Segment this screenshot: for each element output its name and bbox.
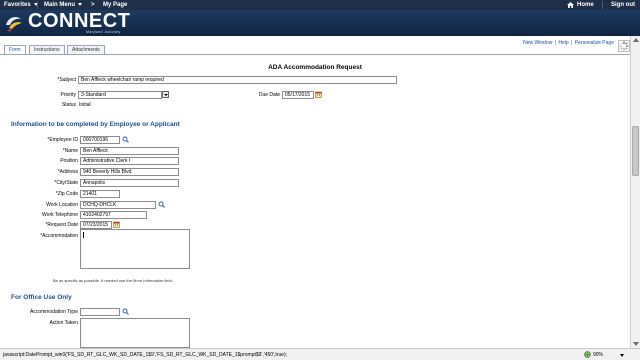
accommodation-note: Be as specific as possible. If needed us… (53, 278, 173, 283)
accommodation-type-field[interactable] (80, 308, 120, 316)
scroll-thumb[interactable] (632, 126, 639, 176)
personalize-page-link[interactable]: Personalize Page (575, 40, 614, 46)
accommodation-type-label: Accommodation Type (30, 309, 78, 315)
city-state-label: *City/State (54, 180, 78, 186)
vertical-scrollbar[interactable] (630, 36, 640, 348)
sign-out-link[interactable]: Sign out (611, 2, 635, 8)
priority-label: Priority (60, 92, 76, 98)
tab-underline (0, 54, 630, 55)
zip-code-label: *Zip Code (55, 191, 78, 197)
zip-code-field[interactable]: 21401 (80, 190, 120, 198)
status-url-text: javascript:DatePrompt_win0('FS_SD_RT_GLC… (3, 352, 288, 358)
maryland-judiciary-logo-icon (6, 17, 22, 32)
action-taken-textarea[interactable] (80, 318, 190, 348)
tab-form[interactable]: Form (4, 45, 26, 54)
logo-subtitle: Maryland Judiciary (86, 30, 121, 34)
globe-icon (584, 351, 591, 358)
scroll-up-arrow-icon[interactable] (633, 38, 639, 42)
name-field[interactable]: Ben Affleck (80, 147, 179, 155)
main-menu-label: Main Menu (44, 2, 75, 8)
position-field[interactable]: Administrative Clerk I (80, 157, 179, 165)
employee-id-label: *Employee ID (47, 137, 78, 143)
request-date-label: *Request Date (45, 222, 78, 228)
status-label: Status (61, 102, 76, 108)
priority-select[interactable]: 3-Standard (78, 91, 162, 99)
chevron-down-icon[interactable] (162, 91, 169, 98)
new-window-link[interactable]: New Window (523, 40, 552, 46)
accommodation-label: *Accommodation (40, 233, 78, 239)
tab-instructions[interactable]: Instructions (29, 45, 65, 54)
address-label: *Address (57, 169, 78, 175)
calendar-icon[interactable] (315, 91, 322, 98)
office-section-title: For Office Use Only (11, 294, 72, 301)
subject-label: *Subject (57, 77, 76, 83)
favorites-label: Favorites (4, 2, 31, 8)
nav-divider (37, 1, 38, 9)
home-link[interactable]: Home (577, 2, 594, 8)
loading-spinner-icon (618, 40, 630, 52)
breadcrumb-separator: > (91, 2, 95, 8)
work-telephone-label: Work Telephone (42, 212, 78, 218)
home-icon[interactable] (567, 2, 574, 8)
help-link[interactable]: Help (558, 40, 568, 46)
scroll-down-arrow-icon[interactable] (633, 342, 639, 346)
work-telephone-field[interactable]: 4102402797 (80, 211, 147, 219)
name-label: *Name (62, 148, 78, 154)
page-links: New Window | Help | Personalize Page (523, 40, 614, 46)
due-date-label: Due Date (258, 92, 280, 98)
link-separator: | (571, 40, 573, 46)
search-icon[interactable] (122, 308, 129, 315)
work-location-field[interactable]: DCHQ-DHCLK (80, 201, 156, 209)
tab-attachments[interactable]: Attachments (67, 45, 105, 54)
city-state-field[interactable]: Annapolis (80, 179, 179, 187)
chevron-down-icon[interactable] (620, 354, 624, 357)
link-separator: | (554, 40, 557, 46)
chevron-down-icon (78, 2, 82, 6)
position-label: Position (60, 158, 78, 164)
my-page-link[interactable]: My Page (103, 2, 127, 8)
search-icon[interactable] (158, 201, 165, 208)
work-location-label: Work Location (46, 202, 78, 208)
text-cursor (83, 232, 84, 238)
search-icon[interactable] (122, 136, 129, 143)
subject-field[interactable]: Ben Affleck wheelchair ramp required (78, 76, 397, 84)
page-title: ADA Accommodation Request (268, 64, 362, 71)
main-menu[interactable]: Main Menu (44, 2, 82, 8)
browser-status-bar: javascript:DatePrompt_win0('FS_SD_RT_GLC… (0, 348, 640, 360)
due-date-field[interactable]: 05/17/2015 (282, 91, 314, 99)
banner: CONNECT Maryland Judiciary (0, 10, 640, 36)
calendar-icon[interactable] (113, 221, 120, 228)
address-field[interactable]: 940 Beverly Hills Blvd. (80, 168, 179, 176)
zoom-level[interactable]: 90% (593, 352, 603, 358)
employee-section-title: Information to be completed by Employee … (11, 121, 180, 128)
nav-divider (602, 1, 603, 9)
favorites-menu[interactable]: Favorites (4, 2, 38, 8)
request-date-field[interactable]: 07/23/2015 (80, 221, 112, 229)
employee-id-field[interactable]: 000700196 (80, 136, 120, 144)
action-taken-label: Action Taken (49, 320, 78, 326)
status-value: Initial (79, 102, 91, 108)
top-nav-bar: Favorites Main Menu > My Page Home Sign … (0, 0, 640, 10)
accommodation-textarea[interactable] (80, 229, 190, 269)
